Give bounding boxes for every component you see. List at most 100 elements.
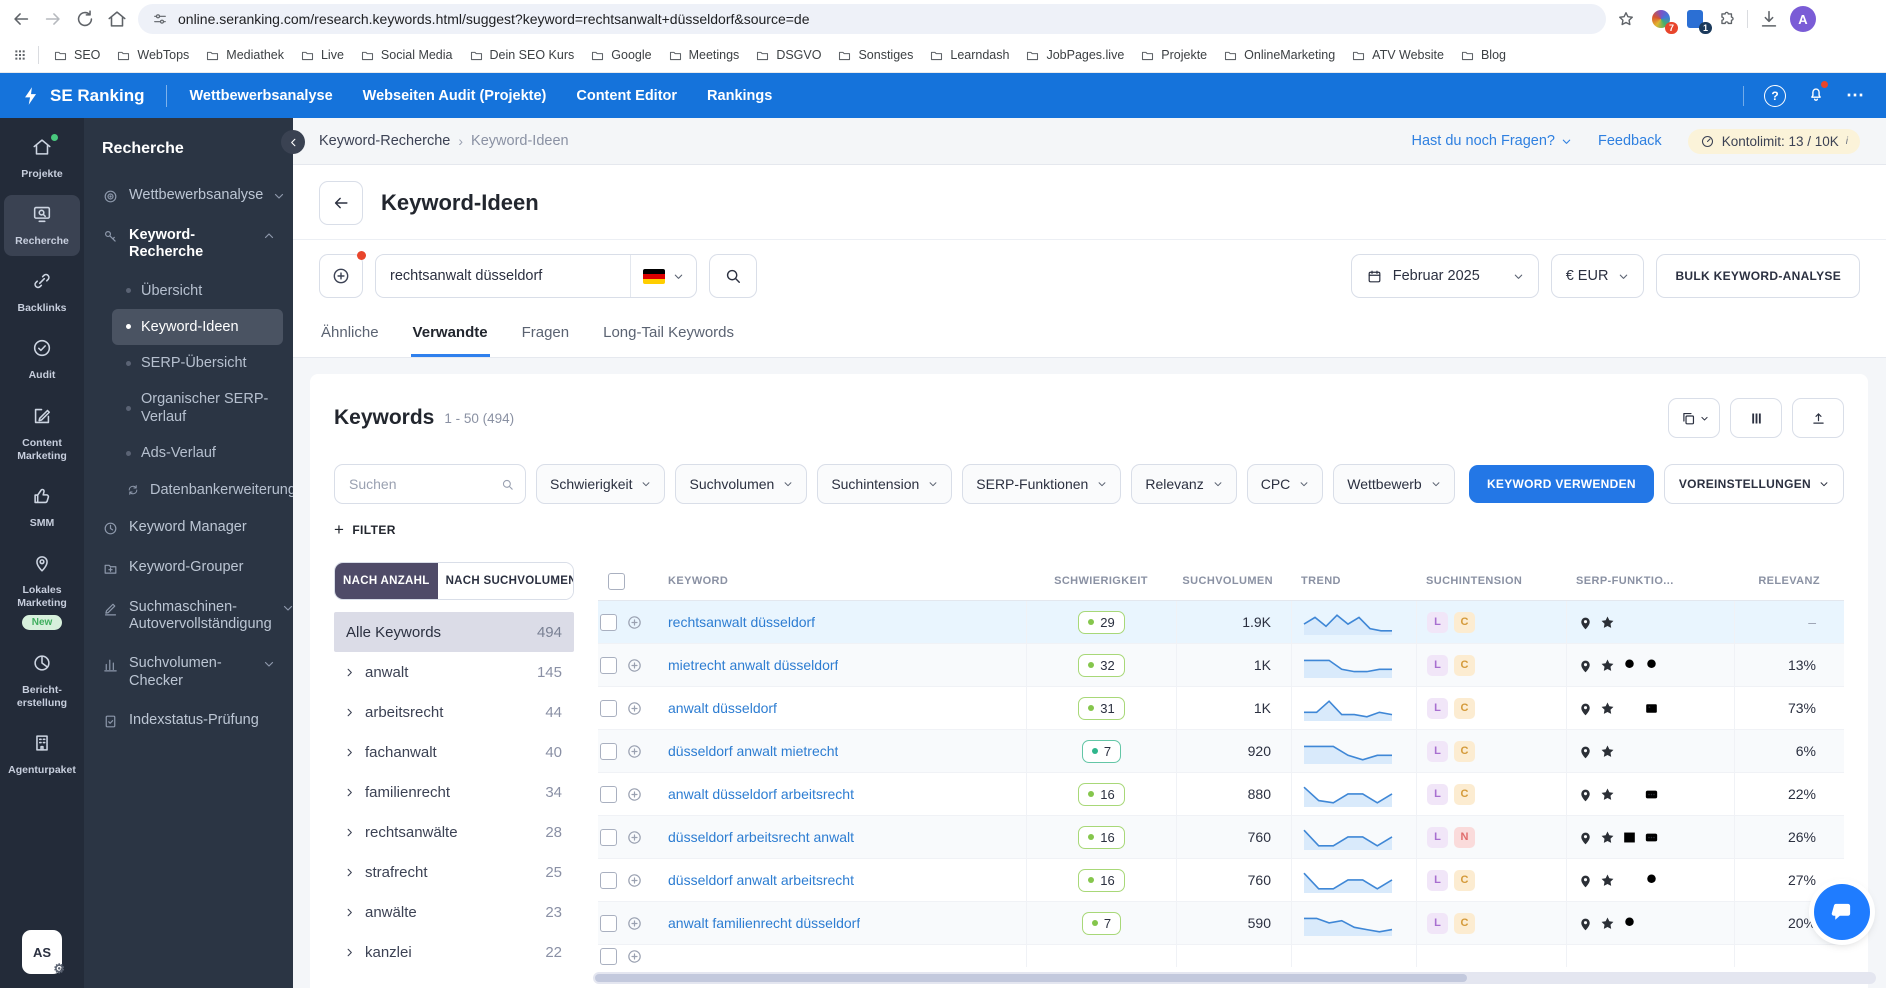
bookmark-meetings[interactable]: Meetings — [660, 44, 748, 67]
menu-item-suchvolumen-checker[interactable]: Suchvolumen-Checker — [94, 644, 283, 701]
nav-rankings[interactable]: Rankings — [707, 88, 772, 104]
bookmark-jobpages-live[interactable]: JobPages.live — [1017, 44, 1132, 67]
user-avatar[interactable]: AS ⚙ — [22, 930, 65, 977]
table-row[interactable]: anwalt düsseldorf 31 1K LC 73% — [598, 687, 1844, 730]
keyword-link[interactable]: düsseldorf anwalt arbeitsrecht — [668, 872, 854, 888]
add-to-list-icon[interactable] — [626, 743, 643, 760]
add-to-list-icon[interactable] — [626, 657, 643, 674]
col-intent[interactable]: SUCHINTENSION — [1416, 562, 1566, 600]
group-arbeitsrecht[interactable]: arbeitsrecht 44 — [334, 692, 574, 732]
breadcrumb-parent[interactable]: Keyword-Recherche — [319, 133, 450, 149]
site-settings-icon[interactable] — [152, 11, 168, 27]
header-more-icon[interactable]: ⋯ — [1846, 85, 1866, 106]
brand-logo[interactable]: SE Ranking — [20, 85, 144, 107]
filter-schwierigkeit[interactable]: Schwierigkeit — [536, 464, 666, 504]
copy-button[interactable] — [1668, 398, 1720, 438]
keyword-link[interactable]: anwalt düsseldorf — [668, 700, 777, 716]
keyword-link[interactable]: rechtsanwalt düsseldorf — [668, 614, 815, 630]
rail-item-content-marketing[interactable]: Content Marketing — [4, 397, 80, 471]
keyword-link[interactable]: anwalt düsseldorf arbeitsrecht — [668, 786, 854, 802]
presets-button[interactable]: VOREINSTELLUNGEN — [1663, 464, 1844, 504]
browser-home-icon[interactable] — [106, 8, 128, 30]
col-volume[interactable]: SUCHVOLUMEN — [1176, 562, 1291, 600]
nav-content-editor[interactable]: Content Editor — [576, 88, 677, 104]
bookmark-social-media[interactable]: Social Media — [352, 44, 461, 67]
rail-item-smm[interactable]: SMM — [4, 477, 80, 538]
apps-grid-icon[interactable] — [12, 47, 28, 63]
scrollbar-thumb[interactable] — [595, 974, 1468, 982]
bookmark-webtops[interactable]: WebTops — [108, 44, 197, 67]
gear-icon[interactable]: ⚙ — [53, 961, 65, 977]
keyword-input[interactable] — [376, 268, 630, 284]
search-button[interactable] — [709, 254, 757, 298]
row-checkbox[interactable] — [600, 914, 617, 932]
nav-wettbewerbsanalyse[interactable]: Wettbewerbsanalyse — [189, 88, 332, 104]
menu-item-keyword-ideen[interactable]: Keyword-Ideen — [112, 308, 283, 346]
rail-item-backlinks[interactable]: Backlinks — [4, 262, 80, 323]
country-select[interactable] — [630, 255, 696, 297]
feedback-link[interactable]: Feedback — [1598, 133, 1662, 149]
row-checkbox[interactable] — [600, 699, 617, 717]
menu-item-keyword-manager[interactable]: Keyword Manager — [94, 508, 283, 548]
browser-back-icon[interactable] — [10, 8, 32, 30]
address-bar[interactable]: online.seranking.com/research.keywords.h… — [138, 4, 1606, 34]
browser-forward-icon[interactable] — [42, 8, 64, 30]
group-strafrecht[interactable]: strafrecht 25 — [334, 852, 574, 892]
menu-item-datenbankerweiterung[interactable]: Datenbankerweiterung — [112, 472, 296, 508]
chat-button[interactable] — [1814, 884, 1870, 940]
sidebar-collapse-button[interactable] — [281, 130, 305, 154]
add-to-list-icon[interactable] — [626, 786, 643, 803]
downloads-icon[interactable] — [1758, 8, 1780, 30]
group-rechtsanwälte[interactable]: rechtsanwälte 28 — [334, 812, 574, 852]
add-to-list-icon[interactable] — [626, 872, 643, 889]
keyword-link[interactable]: düsseldorf arbeitsrecht anwalt — [668, 829, 854, 845]
select-all-checkbox[interactable] — [608, 572, 625, 590]
menu-item-wettbewerbsanalyse[interactable]: Wettbewerbsanalyse — [94, 176, 283, 216]
table-row[interactable]: mietrecht anwalt düsseldorf 32 1K LC 13% — [598, 644, 1844, 687]
date-select[interactable]: Februar 2025 — [1350, 254, 1539, 298]
group-familienrecht[interactable]: familienrecht 34 — [334, 772, 574, 812]
add-to-list-icon[interactable] — [626, 700, 643, 717]
rail-item-audit[interactable]: Audit — [4, 329, 80, 390]
horizontal-scrollbar[interactable] — [593, 972, 1876, 984]
bookmark-blog[interactable]: Blog — [1452, 44, 1514, 67]
all-keywords-row[interactable]: Alle Keywords 494 — [334, 612, 574, 652]
export-button[interactable] — [1792, 398, 1844, 438]
menu-item-serp-übersicht[interactable]: SERP-Übersicht — [112, 345, 283, 381]
add-keyword-button[interactable] — [319, 251, 366, 298]
bulk-analysis-button[interactable]: BULK KEYWORD-ANALYSE — [1656, 254, 1860, 298]
row-checkbox[interactable] — [600, 871, 617, 889]
rail-item-agenturpaket[interactable]: Agenturpaket — [4, 724, 80, 785]
bookmark-seo[interactable]: SEO — [45, 44, 108, 67]
questions-dropdown[interactable]: Hast du noch Fragen? — [1412, 133, 1572, 149]
bookmark-sonstiges[interactable]: Sonstiges — [829, 44, 921, 67]
toggle-nach-anzahl[interactable]: NACH ANZAHL — [335, 563, 438, 599]
table-row[interactable]: anwalt düsseldorf arbeitsrecht 16 880 LC… — [598, 773, 1844, 816]
menu-item-übersicht[interactable]: Übersicht — [112, 273, 283, 309]
extension-icon-2[interactable]: 1 — [1684, 8, 1712, 34]
menu-item-keyword-grouper[interactable]: Keyword-Grouper — [94, 548, 283, 588]
bookmark-learndash[interactable]: Learndash — [921, 44, 1017, 67]
extensions-puzzle-icon[interactable] — [1718, 10, 1737, 29]
col-serp[interactable]: SERP-FUNKTIO... — [1566, 562, 1734, 600]
add-to-list-icon[interactable] — [626, 614, 643, 631]
tab-fragen[interactable]: Fragen — [520, 312, 572, 357]
rail-item-lokales-marketing[interactable]: Lokales Marketing New — [4, 544, 80, 638]
menu-item-indexstatus-prüfung[interactable]: Indexstatus-Prüfung — [94, 701, 283, 741]
table-row[interactable]: rechtsanwalt düsseldorf 29 1.9K LC – — [598, 601, 1844, 644]
rail-item-bericht-erstellung[interactable]: Bericht-erstellung — [4, 644, 80, 718]
table-row[interactable] — [598, 945, 1844, 967]
rail-item-projekte[interactable]: Projekte — [4, 128, 80, 189]
row-checkbox[interactable] — [600, 613, 617, 631]
filter-wettbewerb[interactable]: Wettbewerb — [1333, 464, 1455, 504]
browser-profile-avatar[interactable]: A — [1790, 6, 1816, 32]
row-checkbox[interactable] — [600, 785, 617, 803]
bookmark-onlinemarketing[interactable]: OnlineMarketing — [1215, 44, 1343, 67]
bookmark-atv-website[interactable]: ATV Website — [1343, 44, 1452, 67]
add-to-list-icon[interactable] — [626, 915, 643, 932]
rail-item-recherche[interactable]: Recherche — [4, 195, 80, 257]
tab-long-tail-keywords[interactable]: Long-Tail Keywords — [601, 312, 736, 357]
use-keyword-button[interactable]: KEYWORD VERWENDEN — [1468, 465, 1654, 503]
columns-button[interactable] — [1730, 398, 1782, 438]
add-to-list-icon[interactable] — [626, 829, 643, 846]
